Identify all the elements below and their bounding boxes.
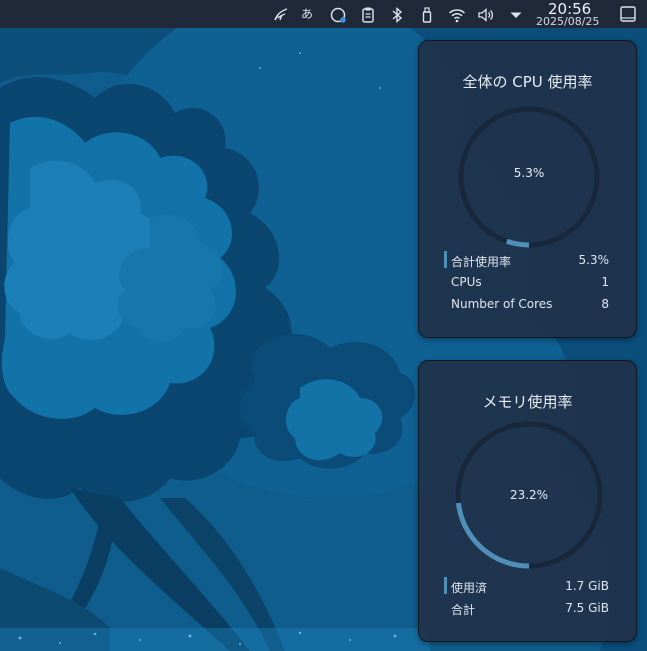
cpu-total-value: 5.3%: [578, 253, 610, 267]
kde-connect-icon[interactable]: [272, 6, 290, 24]
cpu-gauge-value: 5.3%: [513, 166, 545, 180]
memory-total-value: 7.5 GiB: [565, 601, 609, 615]
bluetooth-icon[interactable]: [388, 6, 406, 24]
memory-usage-widget[interactable]: メモリ使用率 23.2% 使用済 1.7 GiB 合計 7.5 GiB: [418, 360, 637, 642]
wifi-icon[interactable]: [448, 6, 466, 24]
update-icon[interactable]: [329, 6, 347, 24]
cpu-widget-title: 全体の CPU 使用率: [462, 73, 593, 91]
cpu-count-label: CPUs: [451, 275, 482, 289]
clipboard-icon[interactable]: [359, 6, 377, 24]
cpu-count-value: 1: [601, 275, 609, 289]
memory-used-label: 使用済: [451, 581, 488, 595]
tray-expand-icon[interactable]: [507, 6, 525, 24]
memory-gauge: 23.2%: [453, 419, 605, 571]
cpu-gauge: 5.3%: [455, 103, 603, 251]
cpu-gauge-fill: [505, 238, 530, 248]
cpu-cores-value: 8: [601, 297, 609, 311]
memory-total-label: 合計: [451, 603, 476, 617]
top-panel: あ 20:56 2025/08/25: [0, 0, 647, 28]
volume-icon[interactable]: [477, 6, 495, 24]
cpu-usage-widget[interactable]: 全体の CPU 使用率 5.3% 合計使用率 5.3% CPUs 1 Numbe…: [418, 40, 637, 338]
cpu-cores-label: Number of Cores: [451, 297, 553, 311]
memory-gauge-fill: [455, 502, 530, 569]
memory-gauge-value: 23.2%: [509, 488, 549, 502]
input-method-icon[interactable]: あ: [301, 5, 319, 23]
show-desktop-icon[interactable]: [619, 5, 637, 23]
usb-drive-icon[interactable]: [418, 6, 436, 24]
cpu-total-label: 合計使用率: [451, 255, 512, 269]
memory-used-value: 1.7 GiB: [565, 579, 609, 593]
memory-widget-title: メモリ使用率: [482, 393, 573, 411]
series-color-bar: [444, 251, 447, 268]
clock-date[interactable]: 2025/08/25: [536, 15, 599, 28]
series-color-bar: [444, 577, 447, 594]
